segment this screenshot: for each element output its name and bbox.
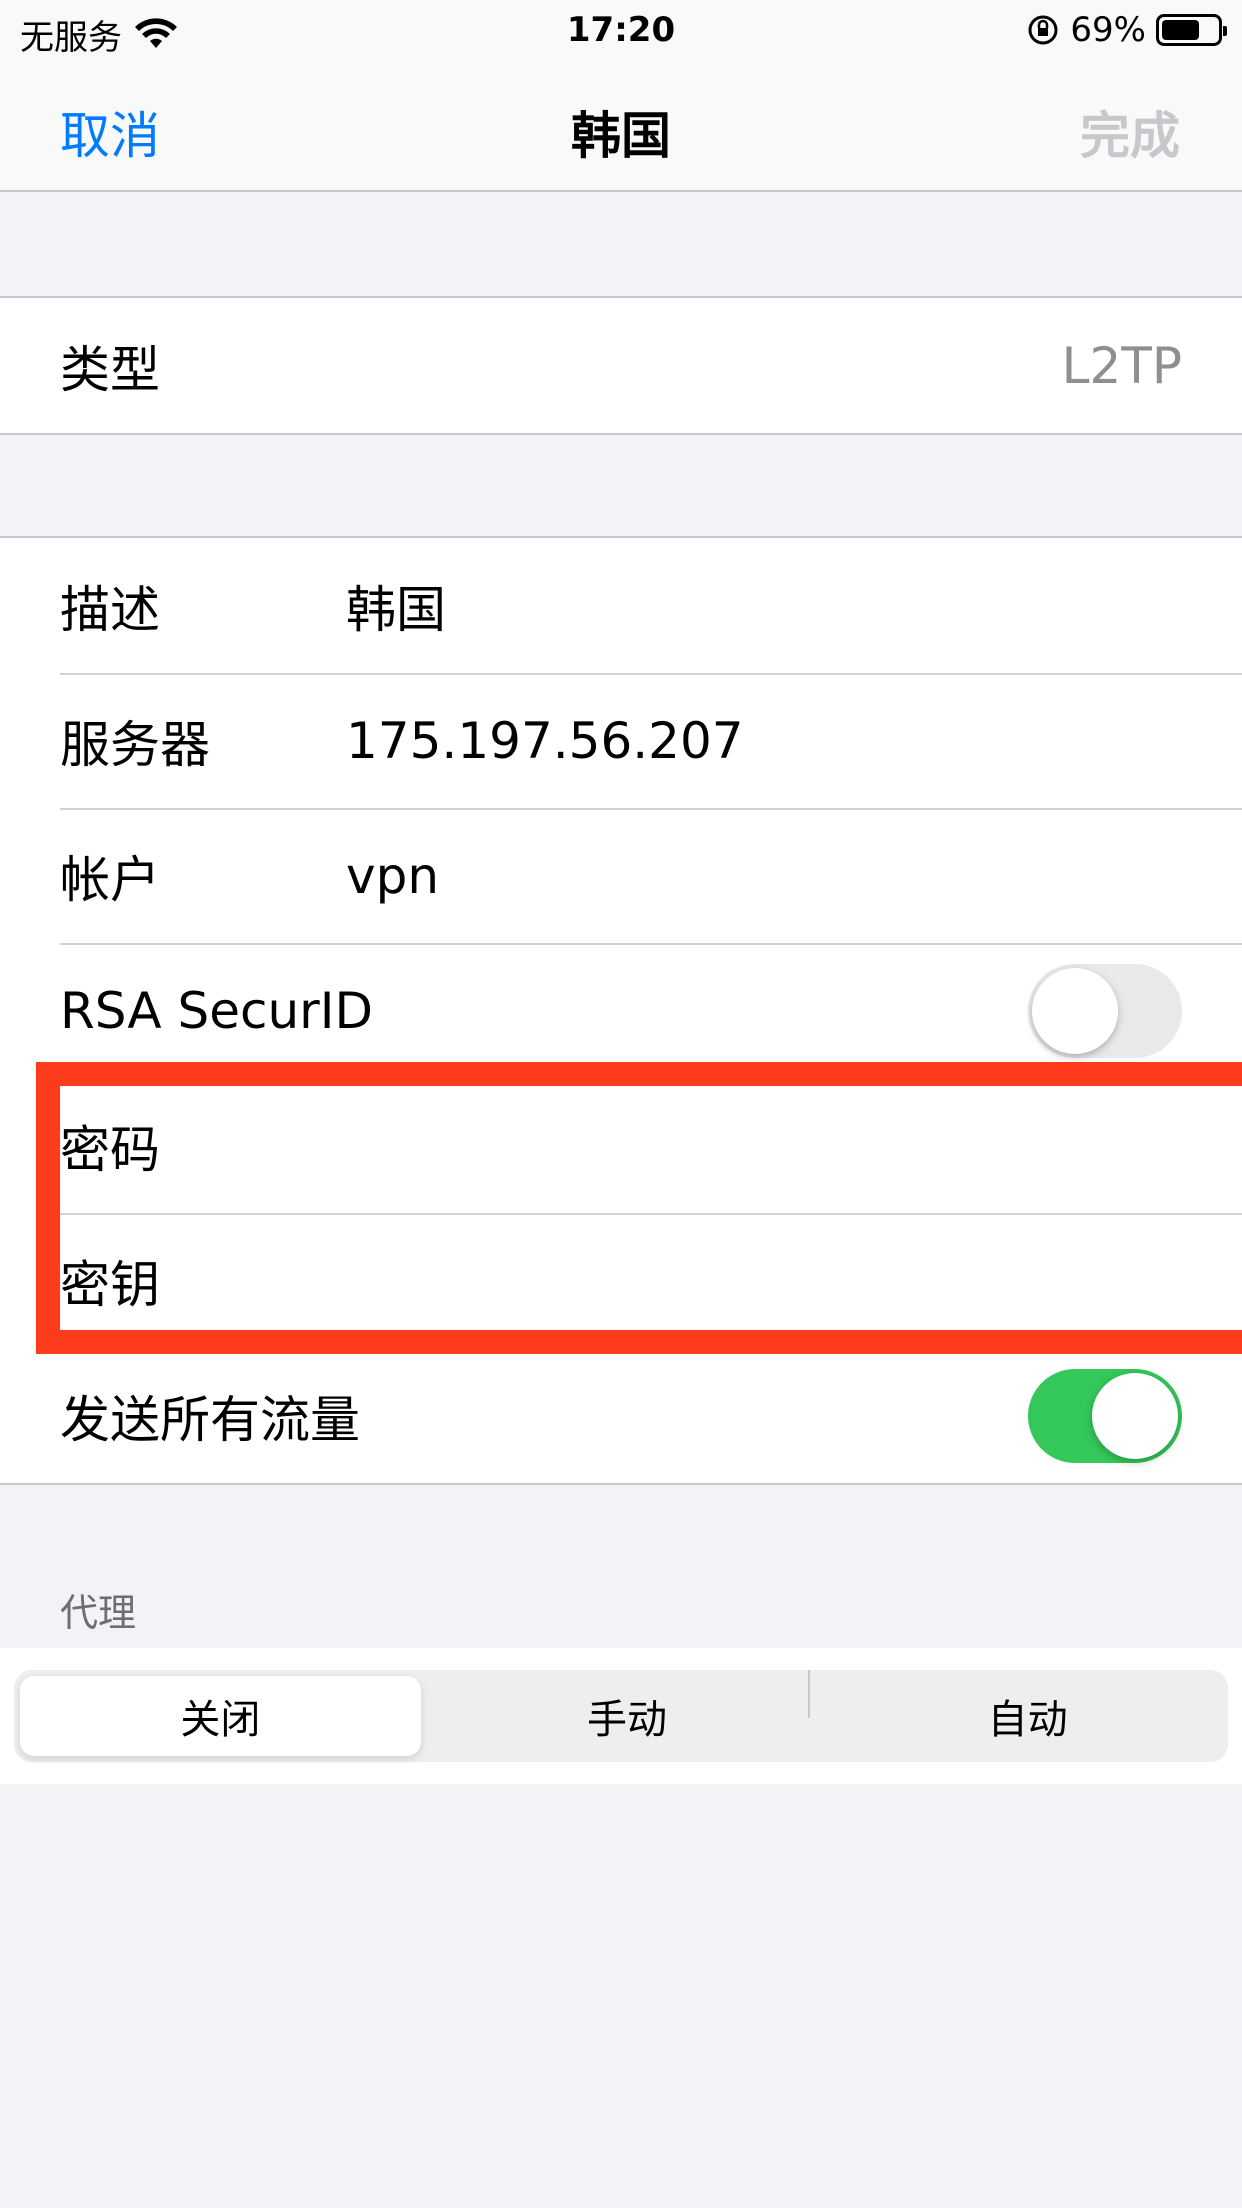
description-row[interactable]: 描述 韩国: [0, 538, 1242, 673]
description-field[interactable]: 韩国: [346, 570, 446, 642]
battery-icon: [1156, 14, 1227, 46]
server-label: 服务器: [60, 715, 210, 774]
status-right: 69%: [1026, 10, 1227, 50]
navigation-bar: 取消 韩国 完成: [0, 64, 1242, 192]
vpn-settings-group: 描述 韩国 服务器 175.197.56.207 帐户 vpn RSA Secu…: [0, 536, 1242, 1485]
server-row[interactable]: 服务器 175.197.56.207: [0, 673, 1242, 808]
rotation-lock-icon: [1028, 15, 1058, 45]
battery-fill: [1162, 20, 1200, 40]
page-title: 韩国: [571, 107, 671, 165]
status-bar: 无服务 17:20 69%: [0, 0, 1242, 64]
toggle-knob: [1092, 1372, 1178, 1459]
send-all-traffic-row: 发送所有流量: [0, 1348, 1242, 1483]
server-field[interactable]: 175.197.56.207: [346, 712, 744, 770]
rsa-securid-label: RSA SecurID: [60, 981, 373, 1040]
proxy-row: 关闭 手动 自动: [0, 1648, 1242, 1784]
type-value: L2TP: [1061, 336, 1182, 395]
account-row[interactable]: 帐户 vpn: [0, 808, 1242, 943]
proxy-option-auto[interactable]: 自动: [827, 1670, 1228, 1762]
type-row[interactable]: 类型 L2TP: [0, 298, 1242, 433]
done-button[interactable]: 完成: [1080, 96, 1180, 168]
proxy-section-header: 代理: [60, 1591, 137, 1635]
type-label: 类型: [60, 340, 160, 399]
secret-label: 密钥: [60, 1255, 160, 1314]
description-label: 描述: [60, 580, 160, 639]
secret-row[interactable]: 密钥: [0, 1213, 1242, 1348]
rsa-securid-row: RSA SecurID: [0, 943, 1242, 1078]
account-field[interactable]: vpn: [346, 847, 439, 905]
proxy-segmented-control: 关闭 手动 自动: [14, 1670, 1228, 1762]
send-all-traffic-toggle[interactable]: [1028, 1368, 1182, 1463]
account-label: 帐户: [60, 850, 160, 909]
type-group: 类型 L2TP: [0, 296, 1242, 435]
password-label: 密码: [60, 1120, 160, 1179]
send-all-traffic-label: 发送所有流量: [60, 1390, 360, 1449]
rsa-securid-toggle[interactable]: [1028, 963, 1182, 1058]
proxy-option-off[interactable]: 关闭: [20, 1676, 421, 1756]
battery-percent: 69%: [1070, 10, 1146, 50]
password-row[interactable]: 密码: [0, 1078, 1242, 1213]
segment-divider: [808, 1670, 810, 1718]
proxy-option-manual[interactable]: 手动: [427, 1670, 828, 1762]
toggle-knob: [1032, 967, 1118, 1054]
